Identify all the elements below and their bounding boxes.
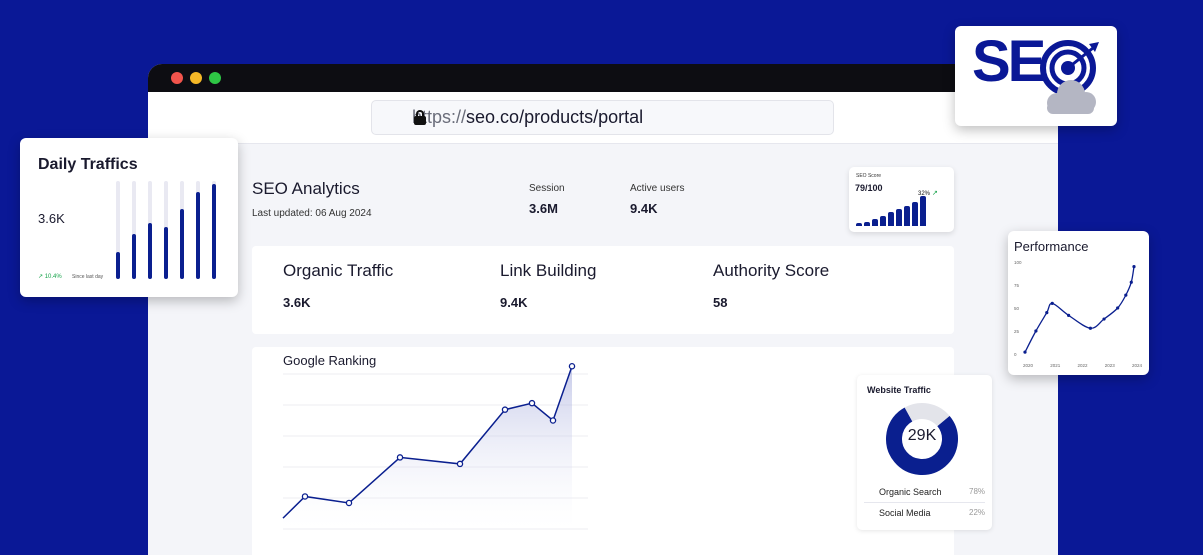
- perf-y-tick: 0: [1014, 352, 1017, 357]
- daily-bar: [196, 191, 200, 279]
- seo-score-bar: [872, 219, 878, 226]
- seo-score-bars: [856, 196, 926, 226]
- trend-up-icon: ↗: [38, 274, 45, 280]
- perf-point: [1088, 326, 1092, 330]
- perf-point: [1045, 311, 1049, 315]
- browser-window: https://seo.co/products/portal SEO Analy…: [148, 64, 1058, 555]
- session-label: Session: [529, 183, 565, 194]
- ranking-point: [568, 362, 576, 370]
- daily-bar: [164, 227, 168, 279]
- active-users-label: Active users: [630, 183, 685, 194]
- traffic-row-pct-organic: 78%: [969, 487, 986, 496]
- ranking-point: [301, 493, 309, 500]
- seo-score-title: SEO Score: [856, 173, 882, 179]
- daily-traffics-title: Daily Traffics: [38, 156, 138, 173]
- perf-point: [1129, 280, 1133, 284]
- metric-value-link-building: 9.4K: [500, 295, 528, 310]
- perf-point: [1116, 306, 1120, 310]
- url-host: seo.co/products/portal: [466, 107, 644, 127]
- daily-bar: [180, 209, 184, 279]
- page-title: SEO Analytics: [252, 179, 360, 198]
- seo-score-bar: [880, 216, 886, 226]
- seo-score-card: SEO Score 79/100 32% ↗: [849, 167, 954, 232]
- seo-score-bar: [864, 221, 870, 226]
- daily-bar: [132, 233, 136, 279]
- perf-y-tick: 25: [1014, 329, 1020, 334]
- daily-traffics-bars: [116, 181, 226, 279]
- google-ranking-chart: [282, 362, 588, 530]
- ranking-point: [549, 417, 557, 424]
- daily-bar: [148, 223, 152, 279]
- ranking-point: [456, 460, 464, 468]
- perf-y-tick: 100: [1014, 260, 1022, 265]
- perf-point: [1023, 350, 1027, 354]
- session-value: 3.6M: [529, 201, 558, 216]
- daily-traffics-value: 3.6K: [38, 211, 65, 226]
- close-window-button[interactable]: [171, 72, 183, 84]
- last-updated: Last updated: 06 Aug 2024: [252, 208, 372, 219]
- ranking-point: [345, 499, 353, 507]
- performance-card: Performance 0 25 50 75 100 2020 2021 2022 2023 20…: [1008, 231, 1149, 375]
- website-traffic-title: Website Traffic: [867, 385, 931, 395]
- daily-change-value: 10.4%: [44, 274, 62, 280]
- seo-logo-card: SE: [955, 26, 1117, 126]
- metrics-card: Organic Traffic 3.6K Link Building 9.4K …: [252, 246, 954, 334]
- metric-value-authority-score: 58: [713, 295, 728, 310]
- perf-x-tick: 2022: [1078, 363, 1089, 368]
- perf-x-tick: 2023: [1105, 363, 1116, 368]
- metric-label-authority-score: Authority Score: [713, 261, 830, 280]
- traffic-row-label-organic: Organic Search: [879, 487, 942, 497]
- perf-y-tick: 75: [1014, 283, 1020, 288]
- ranking-point: [528, 399, 536, 407]
- metric-value-organic-traffic: 3.6K: [283, 295, 311, 310]
- active-users-value: 9.4K: [630, 201, 658, 216]
- cloud-icon: [1047, 80, 1096, 114]
- daily-bar: [212, 183, 216, 279]
- daily-traffics-change: ↗ 10.4%: [38, 273, 62, 280]
- perf-y-tick: 50: [1014, 306, 1020, 311]
- website-traffic-card: Website Traffic 29K Organic Search 78% S…: [857, 375, 992, 530]
- perf-point: [1102, 317, 1106, 321]
- perf-x-tick: 2024: [1132, 363, 1143, 368]
- perf-point: [1132, 265, 1136, 269]
- perf-point: [1067, 313, 1071, 317]
- perf-point: [1124, 293, 1128, 297]
- lock-icon: [414, 110, 426, 125]
- daily-traffics-card: Daily Traffics 3.6K ↗ 10.4% Since last d…: [20, 138, 238, 297]
- seo-score-bar: [856, 223, 862, 226]
- minimize-window-button[interactable]: [190, 72, 202, 84]
- daily-bar: [116, 251, 120, 279]
- traffic-row-label-social: Social Media: [879, 508, 931, 518]
- perf-point: [1034, 329, 1038, 333]
- website-traffic-total: 29K: [907, 427, 937, 444]
- perf-point: [1050, 301, 1054, 305]
- metric-label-organic-traffic: Organic Traffic: [283, 261, 394, 280]
- seo-score-bar: [896, 208, 902, 226]
- maximize-window-button[interactable]: [209, 72, 221, 84]
- seo-score-bar: [888, 212, 894, 226]
- perf-x-tick: 2021: [1050, 363, 1061, 368]
- address-bar: https://seo.co/products/portal: [148, 92, 1058, 144]
- ranking-point: [396, 454, 404, 461]
- perf-x-tick: 2020: [1023, 363, 1034, 368]
- ranking-point: [501, 406, 509, 413]
- google-ranking-card: Google Ranking Website Traffic 29K Organ…: [252, 347, 992, 555]
- trend-up-icon: ↗: [932, 190, 938, 197]
- traffic-row-divider: [864, 502, 985, 503]
- url-field[interactable]: https://seo.co/products/portal: [371, 100, 834, 135]
- seo-score-value: 79/100: [855, 183, 883, 193]
- traffic-row-pct-social: 22%: [969, 508, 986, 517]
- metric-label-link-building: Link Building: [500, 261, 597, 280]
- seo-score-bar: [904, 206, 910, 226]
- performance-chart: 0 25 50 75 100 2020 2021 2022 2023 2024: [1014, 260, 1143, 368]
- seo-score-bar: [912, 202, 918, 226]
- ranking-area: [283, 366, 572, 529]
- title-bar: [148, 64, 1058, 92]
- seo-score-bar: [920, 196, 926, 226]
- daily-traffics-change-note: Since last day: [72, 274, 104, 280]
